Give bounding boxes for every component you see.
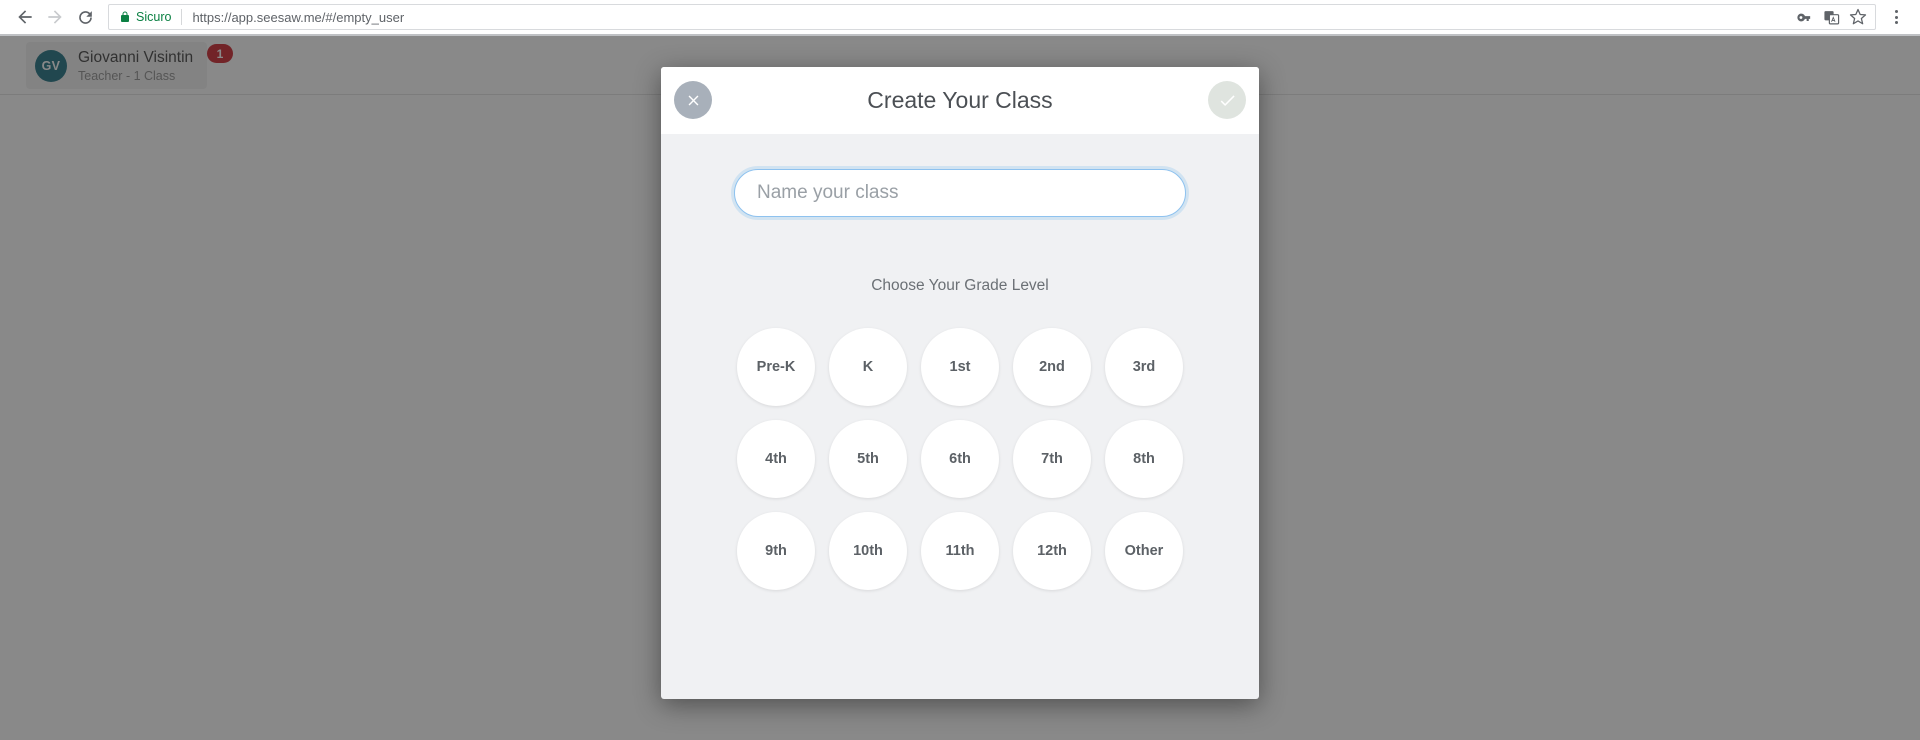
security-indicator[interactable]: Sicuro: [119, 10, 171, 24]
menu-dots: [1894, 10, 1898, 24]
grade-cell: 7th: [1006, 413, 1098, 505]
grade-option-11th[interactable]: 11th: [921, 512, 999, 590]
grade-option-2nd[interactable]: 2nd: [1013, 328, 1091, 406]
omnibox-actions: [1795, 8, 1869, 26]
confirm-button[interactable]: [1208, 81, 1246, 119]
grade-cell: 1st: [914, 321, 1006, 413]
class-name-input[interactable]: [734, 169, 1186, 217]
security-label: Sicuro: [136, 10, 172, 24]
grade-option-pre-k[interactable]: Pre-K: [737, 328, 815, 406]
grade-option-7th[interactable]: 7th: [1013, 420, 1091, 498]
grade-section-label: Choose Your Grade Level: [871, 277, 1049, 294]
grade-cell: 3rd: [1098, 321, 1190, 413]
translate-icon[interactable]: [1822, 8, 1840, 26]
modal-body: Choose Your Grade Level Pre-K K 1st 2nd …: [661, 134, 1259, 699]
three-dot-menu-icon[interactable]: [1882, 2, 1910, 32]
grade-option-other[interactable]: Other: [1105, 512, 1183, 590]
arrow-right-icon: [48, 10, 62, 24]
close-icon: [688, 95, 698, 105]
close-button[interactable]: [674, 81, 712, 119]
key-icon[interactable]: [1795, 8, 1813, 26]
url-text: https://app.seesaw.me/#/empty_user: [192, 9, 405, 25]
grade-option-5th[interactable]: 5th: [829, 420, 907, 498]
grade-cell: Pre-K: [730, 321, 822, 413]
grade-option-1st[interactable]: 1st: [921, 328, 999, 406]
modal-overlay[interactable]: Create Your Class Choose Your Grade Leve…: [0, 36, 1920, 740]
grade-cell: 2nd: [1006, 321, 1098, 413]
reload-button[interactable]: [70, 2, 100, 32]
address-bar[interactable]: Sicuro https://app.seesaw.me/#/empty_use…: [108, 4, 1876, 30]
forward-button[interactable]: [40, 2, 70, 32]
arrow-left-icon: [18, 10, 32, 24]
grade-option-3rd[interactable]: 3rd: [1105, 328, 1183, 406]
grade-option-4th[interactable]: 4th: [737, 420, 815, 498]
grade-cell: 8th: [1098, 413, 1190, 505]
grade-option-10th[interactable]: 10th: [829, 512, 907, 590]
grade-level-grid: Pre-K K 1st 2nd 3rd 4th 5th 6th 7th 8th …: [730, 321, 1190, 597]
grade-option-8th[interactable]: 8th: [1105, 420, 1183, 498]
grade-cell: 12th: [1006, 505, 1098, 597]
grade-option-6th[interactable]: 6th: [921, 420, 999, 498]
grade-cell: Other: [1098, 505, 1190, 597]
grade-cell: 11th: [914, 505, 1006, 597]
check-icon: [1220, 94, 1235, 106]
modal-title: Create Your Class: [867, 87, 1053, 113]
grade-option-12th[interactable]: 12th: [1013, 512, 1091, 590]
create-class-modal: Create Your Class Choose Your Grade Leve…: [661, 67, 1259, 699]
star-icon[interactable]: [1849, 8, 1867, 26]
browser-toolbar: Sicuro https://app.seesaw.me/#/empty_use…: [0, 0, 1920, 34]
grade-cell: 5th: [822, 413, 914, 505]
grade-cell: 6th: [914, 413, 1006, 505]
modal-header: Create Your Class: [661, 67, 1259, 134]
grade-cell: 10th: [822, 505, 914, 597]
grade-option-9th[interactable]: 9th: [737, 512, 815, 590]
class-name-field-wrapper: [734, 169, 1186, 217]
grade-cell: K: [822, 321, 914, 413]
grade-option-k[interactable]: K: [829, 328, 907, 406]
reload-icon: [78, 10, 92, 24]
omnibox-divider: [181, 9, 183, 25]
lock-icon: [121, 11, 129, 22]
back-button[interactable]: [10, 2, 40, 32]
grade-cell: 9th: [730, 505, 822, 597]
grade-cell: 4th: [730, 413, 822, 505]
